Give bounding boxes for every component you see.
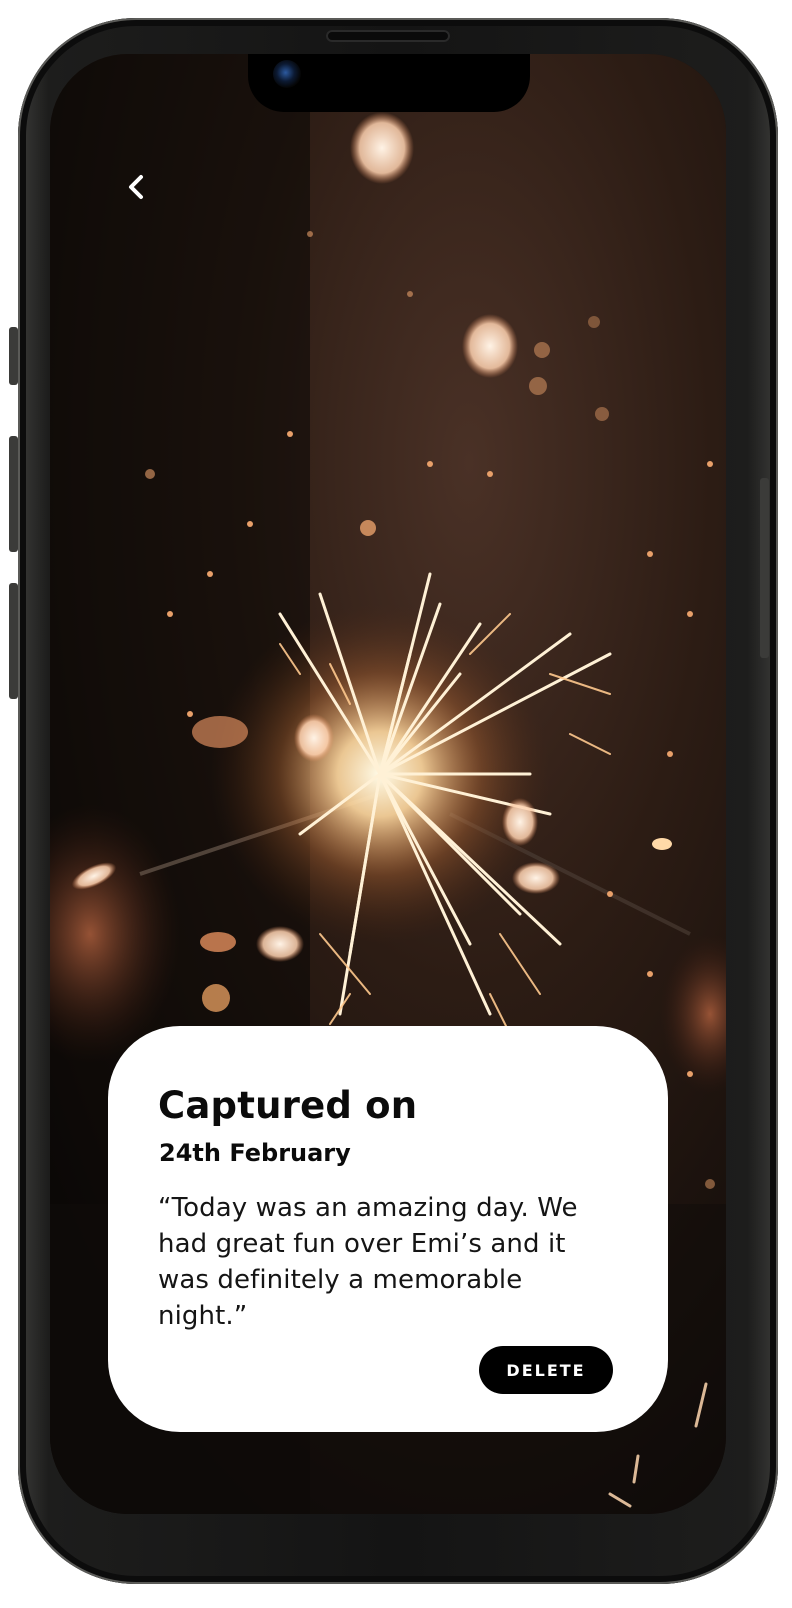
power-button	[760, 478, 769, 658]
back-button[interactable]	[118, 168, 156, 206]
delete-button[interactable]: DELETE	[479, 1346, 613, 1394]
memory-card: Captured on 24th February “Today was an …	[108, 1026, 668, 1432]
chevron-left-icon	[129, 175, 143, 199]
card-title: Captured on	[158, 1084, 418, 1127]
capture-date: 24th February	[159, 1139, 351, 1167]
memory-note: “Today was an amazing day. We had great …	[158, 1193, 578, 1331]
silent-switch	[9, 327, 18, 385]
volume-up-button	[9, 436, 18, 552]
earpiece-speaker	[326, 30, 450, 42]
volume-down-button	[9, 583, 18, 699]
front-camera	[273, 60, 301, 88]
